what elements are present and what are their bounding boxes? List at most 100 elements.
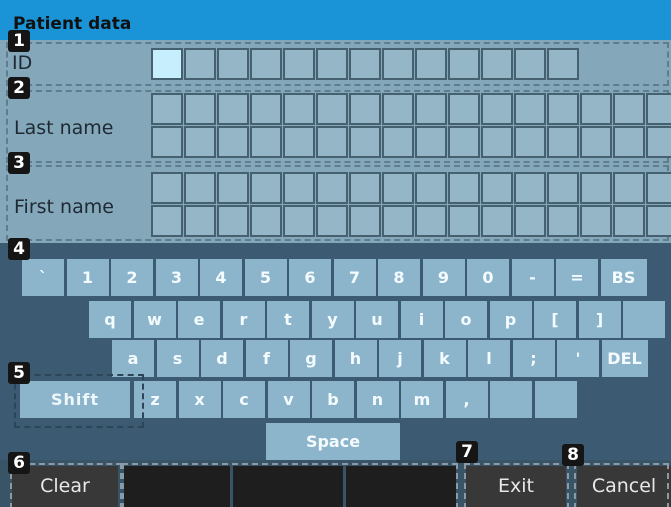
last-name-cell[interactable] [514,126,546,158]
key-char[interactable]: b [312,381,354,418]
last-name-cell[interactable] [151,93,183,125]
key-char[interactable]: u [356,301,398,338]
last-name-cell[interactable] [250,126,282,158]
first-name-cell[interactable] [514,205,546,237]
key-char[interactable]: e [178,301,220,338]
first-name-cell[interactable] [382,172,414,204]
first-name-cell[interactable] [613,205,645,237]
id-cell[interactable] [184,48,216,80]
first-name-cell[interactable] [250,172,282,204]
first-name-cell[interactable] [184,205,216,237]
key-char[interactable]: l [468,340,510,377]
last-name-cell[interactable] [184,93,216,125]
id-cell[interactable] [382,48,414,80]
last-name-cell[interactable] [613,93,645,125]
last-name-cell[interactable] [283,126,315,158]
first-name-input-grid[interactable] [151,172,671,238]
key-char[interactable]: f [245,340,288,377]
first-name-cell[interactable] [613,172,645,204]
first-name-cell[interactable] [283,172,315,204]
key-char[interactable]: j [379,340,421,377]
last-name-cell[interactable] [349,126,381,158]
key-char[interactable]: a [112,340,154,377]
id-cell[interactable] [217,48,249,80]
key-char[interactable]: 5 [244,259,287,296]
last-name-cell[interactable] [415,93,447,125]
id-cell[interactable] [481,48,513,80]
last-name-cell[interactable] [646,126,671,158]
key-char[interactable]: 7 [333,259,376,296]
last-name-cell[interactable] [316,93,348,125]
last-name-cell[interactable] [646,93,671,125]
first-name-cell[interactable] [448,172,480,204]
key-char[interactable]: x [178,381,221,418]
id-cell[interactable] [250,48,282,80]
last-name-cell[interactable] [547,126,579,158]
id-cell[interactable] [316,48,348,80]
first-name-cell[interactable] [547,172,579,204]
id-cell[interactable] [349,48,381,80]
key-backspace[interactable]: BS [600,259,647,296]
key-char[interactable]: w [133,301,176,338]
first-name-cell[interactable] [151,172,183,204]
key-char[interactable]: p [489,301,532,338]
key-char[interactable]: o [445,301,487,338]
id-cell[interactable] [547,48,579,80]
id-input-grid[interactable] [151,48,580,81]
key-char[interactable]: 0 [467,259,509,296]
key-char[interactable]: 1 [66,259,109,296]
key-char[interactable]: ] [578,301,621,338]
id-cell[interactable] [283,48,315,80]
key-char[interactable]: r [222,301,265,338]
first-name-cell[interactable] [316,205,348,237]
first-name-cell[interactable] [382,205,414,237]
key-char[interactable]: 8 [378,259,420,296]
first-name-cell[interactable] [184,172,216,204]
key-char[interactable]: = [556,259,598,296]
key-char[interactable]: - [511,259,554,296]
key-char[interactable]: t [267,301,309,338]
first-name-cell[interactable] [547,205,579,237]
first-name-cell[interactable] [481,205,513,237]
key-blank[interactable] [534,381,577,418]
last-name-input-grid[interactable] [151,93,671,159]
first-name-cell[interactable] [283,205,315,237]
last-name-cell[interactable] [250,93,282,125]
last-name-cell[interactable] [217,126,249,158]
last-name-cell[interactable] [547,93,579,125]
first-name-cell[interactable] [316,172,348,204]
last-name-cell[interactable] [184,126,216,158]
last-name-cell[interactable] [580,93,612,125]
last-name-cell[interactable] [217,93,249,125]
first-name-cell[interactable] [481,172,513,204]
key-char[interactable]: ' [557,340,599,377]
key-blank[interactable] [623,301,665,338]
first-name-cell[interactable] [415,205,447,237]
key-char[interactable]: k [423,340,466,377]
last-name-cell[interactable] [316,126,348,158]
key-char[interactable]: ` [22,259,64,296]
first-name-cell[interactable] [250,205,282,237]
key-char[interactable]: 9 [422,259,465,296]
key-blank[interactable] [490,381,532,418]
last-name-cell[interactable] [283,93,315,125]
key-char[interactable]: y [311,301,354,338]
last-name-cell[interactable] [514,93,546,125]
key-char[interactable]: 4 [200,259,242,296]
id-cell[interactable] [448,48,480,80]
key-char[interactable]: v [267,381,310,418]
key-char[interactable]: n [356,381,399,418]
key-char[interactable]: [ [534,301,576,338]
key-char[interactable]: c [223,381,265,418]
key-char[interactable]: m [401,381,443,418]
first-name-cell[interactable] [580,205,612,237]
first-name-cell[interactable] [217,172,249,204]
last-name-cell[interactable] [448,126,480,158]
space-key[interactable]: Space [266,423,400,460]
key-char[interactable]: i [400,301,443,338]
last-name-cell[interactable] [349,93,381,125]
key-char[interactable]: s [156,340,199,377]
key-char[interactable]: 2 [111,259,153,296]
last-name-cell[interactable] [382,93,414,125]
key-char[interactable]: h [334,340,377,377]
